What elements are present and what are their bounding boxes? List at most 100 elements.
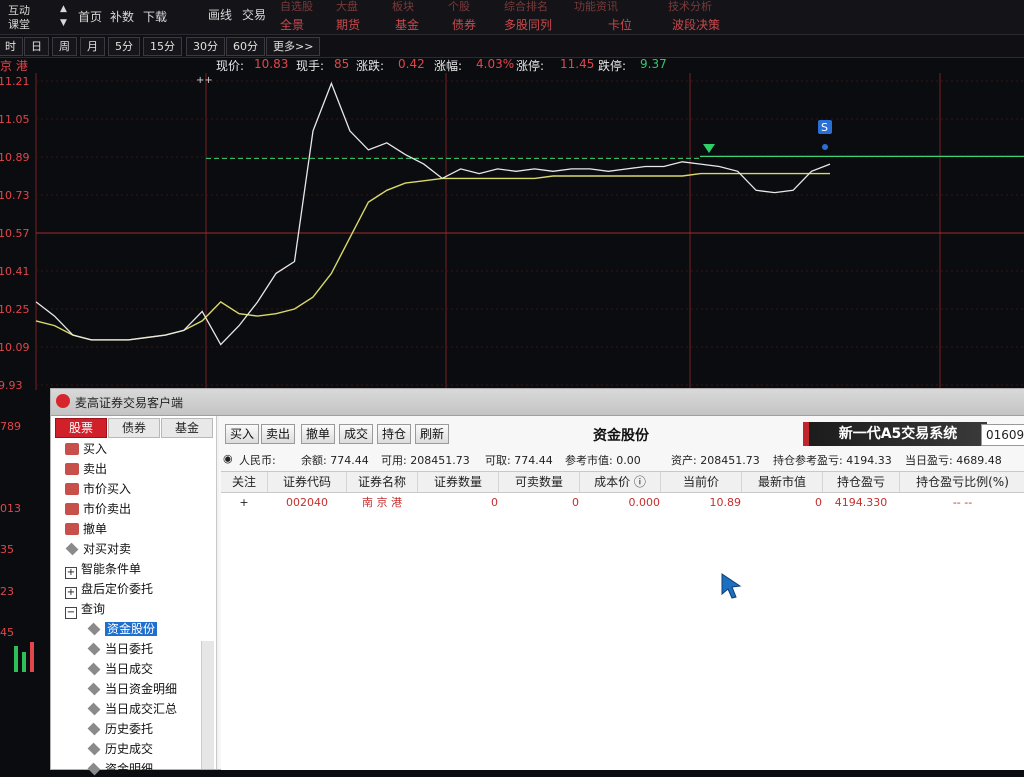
diamond-icon xyxy=(87,642,101,656)
current-price-dot xyxy=(822,144,828,150)
menu-faint-1[interactable]: 自选股 xyxy=(280,0,313,14)
tree-item-label: 买入 xyxy=(83,442,108,456)
col-price[interactable]: 当前价 xyxy=(661,472,742,493)
cell-cost: 0.000 xyxy=(628,496,661,509)
toolbar-sell-button[interactable]: 卖出 xyxy=(261,424,296,444)
period-60min[interactable]: 60分 xyxy=(226,37,265,56)
volume-bar xyxy=(30,642,34,672)
cell-name: 南 京 港 xyxy=(362,496,402,509)
tree-item-label: 资金明细 xyxy=(105,762,154,776)
menu-bonds[interactable]: 债券 xyxy=(452,16,476,33)
fund-summary: ◉ 人民币: 余额: 774.44 可用: 208451.73 可取: 774.… xyxy=(219,450,1024,468)
account-field[interactable]: 016099 xyxy=(981,424,1024,446)
y-tick-label: 10.09 xyxy=(0,341,30,354)
tree-item[interactable]: 历史成交 xyxy=(87,740,153,757)
menu-faint-6[interactable]: 功能资讯 xyxy=(574,0,618,14)
period-15min[interactable]: 15分 xyxy=(143,37,182,56)
menu-band[interactable]: 波段决策 xyxy=(672,16,720,33)
left-strip-tick-3: 35 xyxy=(0,543,14,556)
tree-item[interactable]: 市价买入 xyxy=(65,480,131,497)
menu-faint-4[interactable]: 个股 xyxy=(448,0,470,14)
tree-item[interactable]: 历史委托 xyxy=(87,720,153,737)
tree-item[interactable]: + 盘后定价委托 xyxy=(65,580,153,599)
toolbar-positions-button[interactable]: 持仓 xyxy=(377,424,412,444)
menu-draw[interactable]: 画线 xyxy=(208,6,232,23)
period-week[interactable]: 周 xyxy=(52,37,77,56)
series-line xyxy=(35,81,831,346)
col-position-pl[interactable]: 持仓盈亏 xyxy=(823,472,900,493)
menu-position[interactable]: 卡位 xyxy=(608,16,632,33)
tree-item[interactable]: 资金股份 xyxy=(87,620,158,637)
tab-bonds[interactable]: 债券 xyxy=(108,418,160,438)
period-intraday[interactable]: 时 xyxy=(0,37,23,56)
tree-item[interactable]: 买入 xyxy=(65,440,107,457)
tree-item[interactable]: 卖出 xyxy=(65,460,107,477)
tab-funds[interactable]: 基金 xyxy=(161,418,213,438)
menu-futures[interactable]: 期货 xyxy=(336,16,360,33)
col-watch[interactable]: 关注 xyxy=(221,472,268,493)
col-position-pl-pct[interactable]: 持仓盈亏比例(%) xyxy=(900,472,1024,493)
menu-faint-3[interactable]: 板块 xyxy=(392,0,414,14)
period-bar: 时 日 周 月 5分 15分 30分 60分 更多>> xyxy=(0,35,1024,58)
interactive-class-label-2[interactable]: 课堂 xyxy=(8,16,30,32)
nav-arrow-down-icon[interactable]: ▼ xyxy=(60,18,67,28)
tree-scrollbar[interactable] xyxy=(201,641,214,769)
nav-arrow-up-icon[interactable]: ▲ xyxy=(60,4,67,14)
tree-item-label: 盘后定价委托 xyxy=(81,582,154,596)
cell-qty: 0 xyxy=(491,496,498,509)
col-name[interactable]: 证券名称 xyxy=(347,472,418,493)
col-cost[interactable]: 成本价 ⓘ xyxy=(580,472,661,493)
period-more[interactable]: 更多>> xyxy=(266,37,321,56)
intraday-chart[interactable]: 11.21 11.05 10.89 10.73 10.57 10.41 10.25 10.09… xyxy=(0,73,1024,392)
diamond-icon xyxy=(87,722,101,736)
menu-faint-5[interactable]: 综合排名 xyxy=(504,0,548,14)
limit-up-label: 涨停: xyxy=(516,59,545,73)
tree-item[interactable]: 对买对卖 xyxy=(65,540,131,557)
menu-download[interactable]: 下载 xyxy=(143,8,167,25)
tree-item[interactable]: 当日委托 xyxy=(87,640,153,657)
y-tick-label: 11.05 xyxy=(0,113,30,126)
tree-item[interactable]: 市价卖出 xyxy=(65,500,131,517)
menu-funds[interactable]: 基金 xyxy=(395,16,419,33)
menu-trade[interactable]: 交易 xyxy=(242,6,266,23)
tree-item-label: 撤单 xyxy=(83,522,108,536)
menu-multi-stock[interactable]: 多股同列 xyxy=(504,16,552,33)
window-titlebar[interactable]: 麦高证券交易客户端 xyxy=(51,389,1024,416)
tree-item[interactable]: 当日资金明细 xyxy=(87,680,177,697)
toolbar-deals-button[interactable]: 成交 xyxy=(339,424,374,444)
col-code[interactable]: 证券代码 xyxy=(268,472,347,493)
tree-item[interactable]: + 智能条件单 xyxy=(65,560,141,579)
tree-item[interactable]: 当日成交汇总 xyxy=(87,700,177,717)
menu-faint-2[interactable]: 大盘 xyxy=(336,0,358,14)
tab-stocks[interactable]: 股票 xyxy=(55,418,107,438)
toolbar-cancel-button[interactable]: 撤单 xyxy=(301,424,336,444)
toolbar-buy-button[interactable]: 买入 xyxy=(225,424,260,444)
limit-down-value: 9.37 xyxy=(640,57,667,71)
tree-item-label: 对买对卖 xyxy=(83,542,132,556)
period-30min[interactable]: 30分 xyxy=(186,37,225,56)
tree-item-label: 查询 xyxy=(81,602,106,616)
period-month[interactable]: 月 xyxy=(80,37,105,56)
menu-supplement[interactable]: 补数 xyxy=(110,8,134,25)
col-sellable[interactable]: 可卖数量 xyxy=(499,472,580,493)
tree-item[interactable]: 撤单 xyxy=(65,520,107,537)
tree-item-label: 市价卖出 xyxy=(83,502,132,516)
diamond-icon xyxy=(65,542,79,556)
menu-panorama[interactable]: 全景 xyxy=(280,16,304,33)
menu-faint-7[interactable]: 技术分析 xyxy=(668,0,712,14)
series-line xyxy=(35,172,830,341)
toolbar-refresh-button[interactable]: 刷新 xyxy=(415,424,450,444)
diamond-icon xyxy=(87,742,101,756)
period-day[interactable]: 日 xyxy=(24,37,49,56)
cell-watch[interactable]: + xyxy=(221,494,267,512)
eye-icon[interactable]: ◉ xyxy=(223,452,233,465)
tree-item[interactable]: 资金明细 xyxy=(87,760,153,777)
tree-item-label: 当日委托 xyxy=(105,642,154,656)
col-qty[interactable]: 证券数量 xyxy=(418,472,499,493)
tree-item[interactable]: 当日成交 xyxy=(87,660,153,677)
col-market-value[interactable]: 最新市值 xyxy=(742,472,823,493)
menu-home[interactable]: 首页 xyxy=(78,8,102,25)
period-5min[interactable]: 5分 xyxy=(108,37,140,56)
quote-line: 京 港 现价: 10.83 现手: 85 涨跌: 0.42 涨幅: 4.03% … xyxy=(0,57,1024,73)
tree-item[interactable]: − 查询 xyxy=(65,600,105,619)
